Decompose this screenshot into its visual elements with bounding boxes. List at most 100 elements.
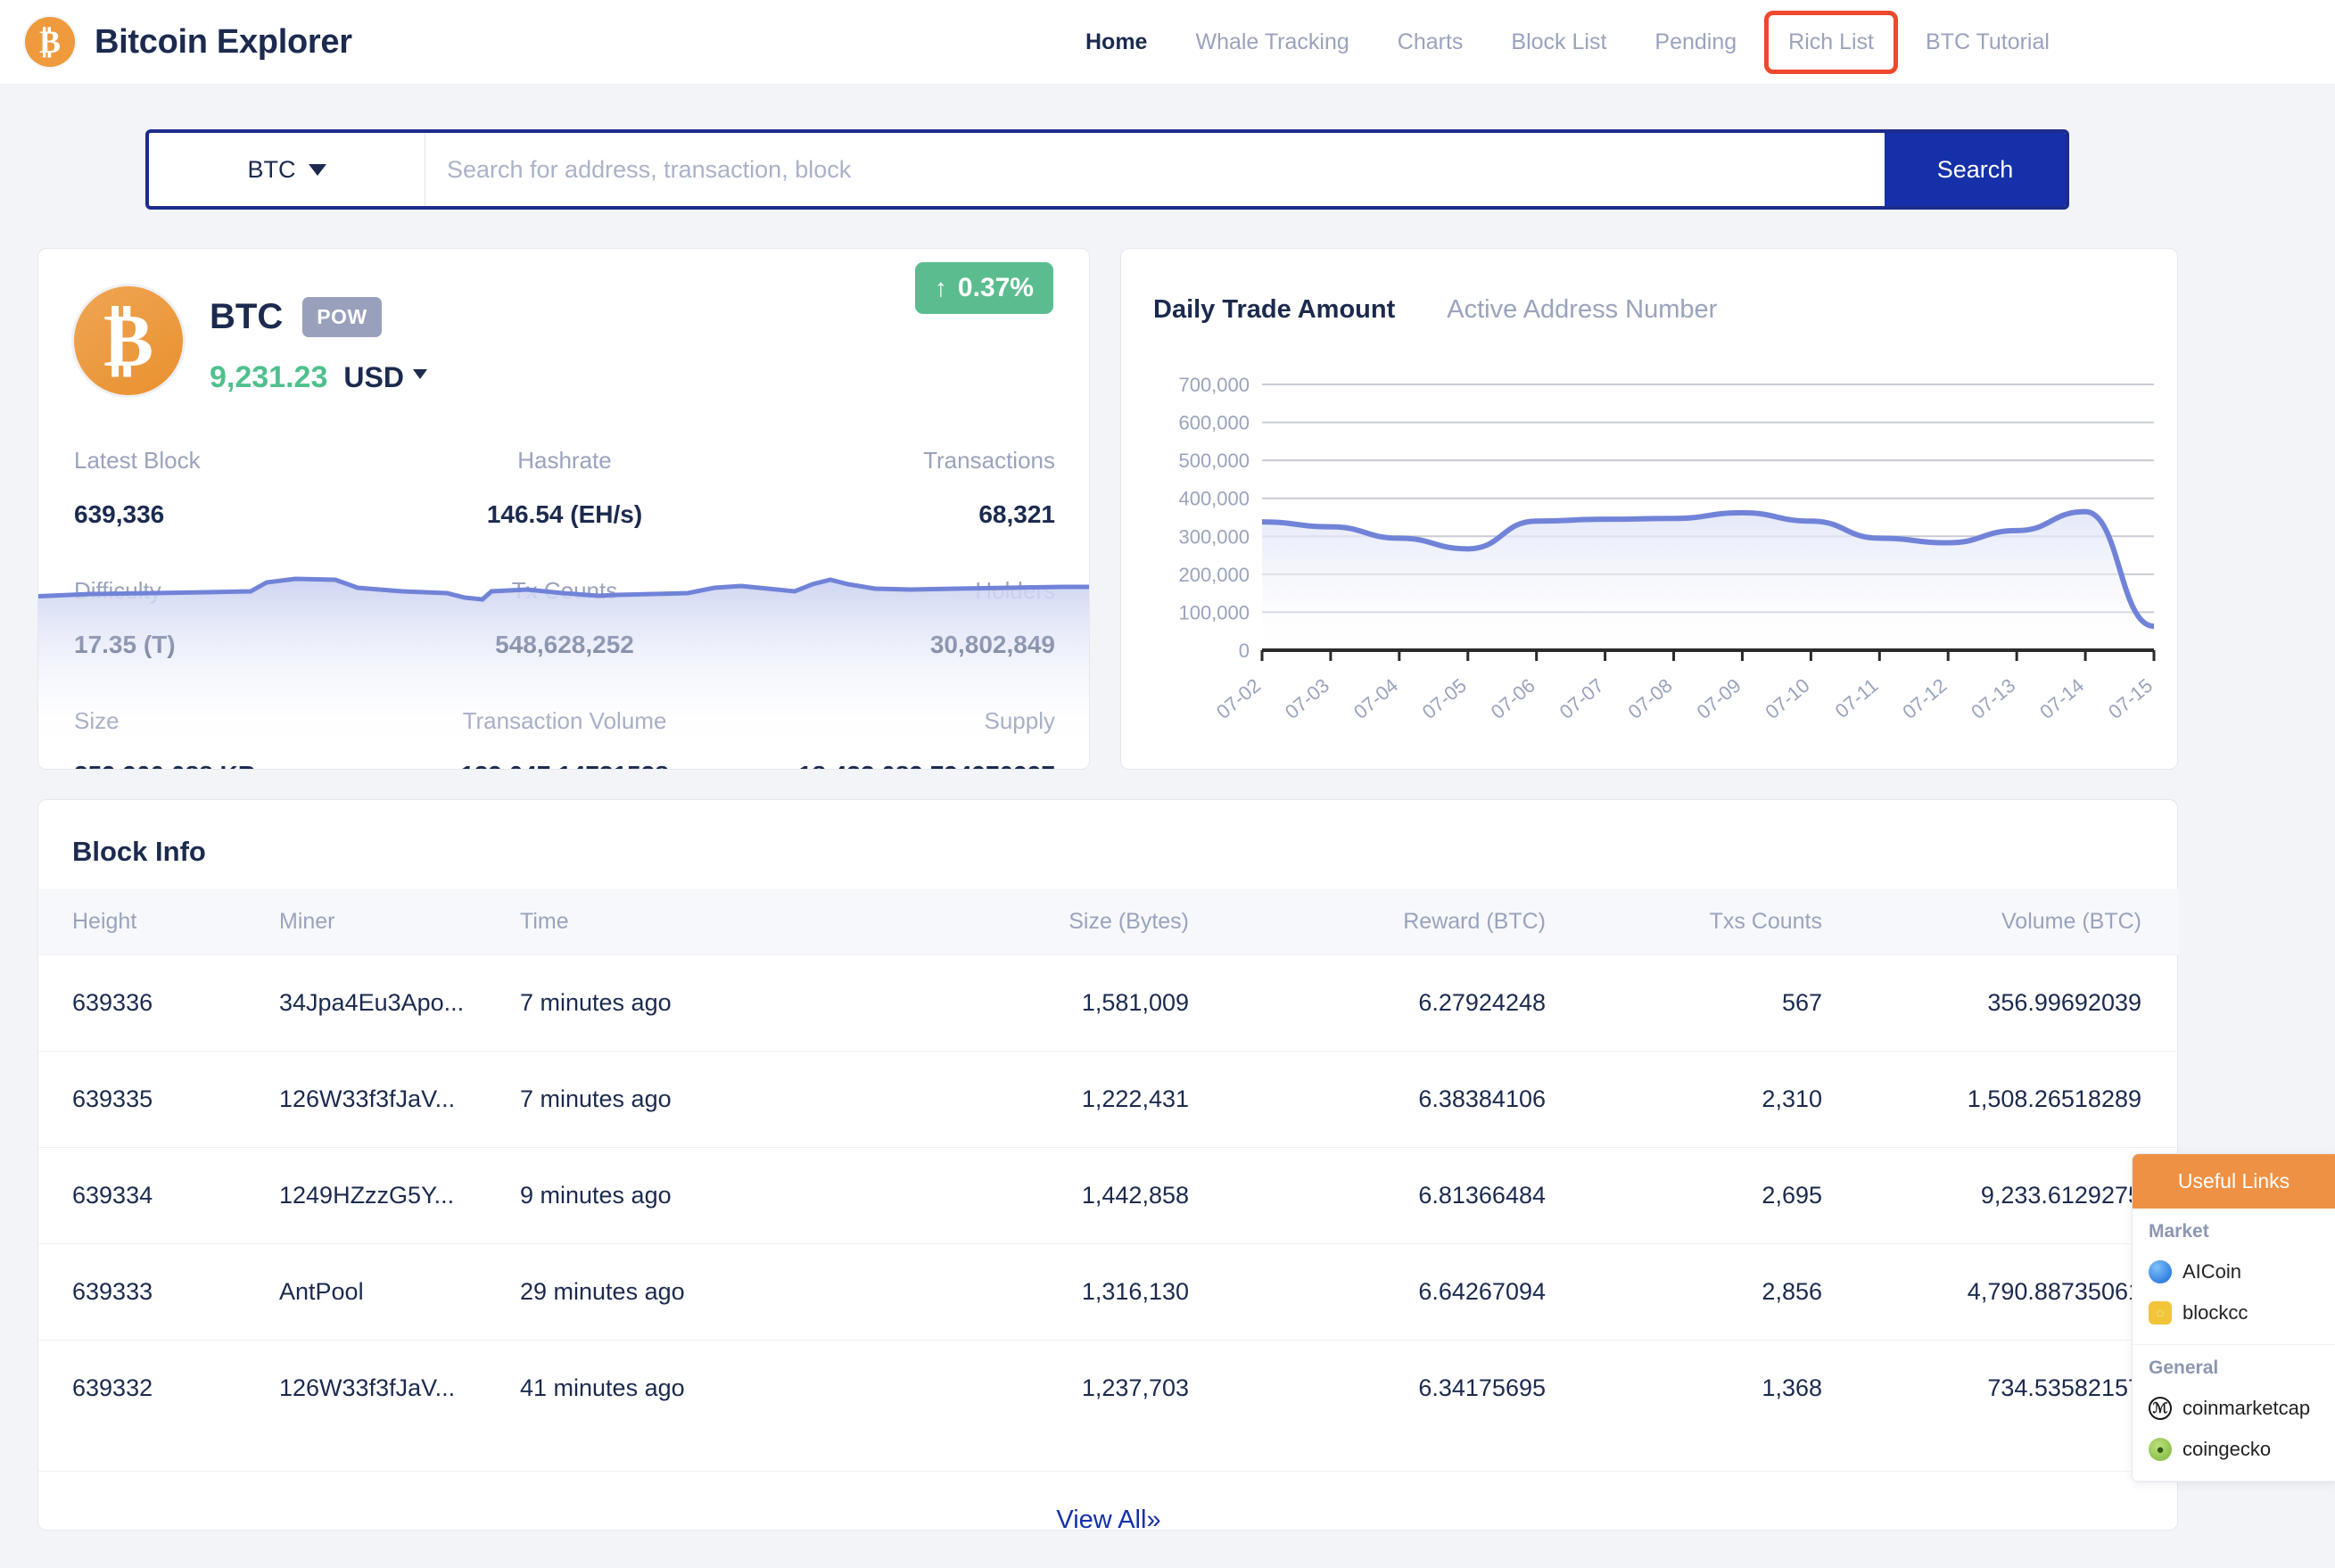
btc-stats-card: ₿ BTC POW 9,231.23 USD ↑ 0.37% Latest Bl… xyxy=(37,248,1090,770)
stat-value: 359,900,088 KB xyxy=(74,761,353,769)
column-header-reward[interactable]: Reward (BTC) xyxy=(1225,889,1581,955)
x-axis-tick-label: 07-14 xyxy=(2035,674,2088,723)
y-axis-tick-label: 100,000 xyxy=(1178,601,1250,623)
cell-reward: 6.34175695 xyxy=(1225,1340,1581,1436)
cell-time: 7 minutes ago xyxy=(520,1051,903,1148)
bitcoin-icon: ₿ xyxy=(74,286,183,395)
stat-difficulty: Difficulty 17.35 (T) xyxy=(38,577,389,707)
cell-time: 41 minutes ago xyxy=(520,1340,903,1436)
nav-item-rich-list[interactable]: Rich List xyxy=(1764,11,1899,74)
tab-active-address-number[interactable]: Active Address Number xyxy=(1447,295,1717,325)
y-axis-tick-label: 300,000 xyxy=(1178,525,1250,548)
stat-value: 639,336 xyxy=(74,500,165,528)
arrow-up-icon: ↑ xyxy=(934,274,947,301)
table-row[interactable]: 639334 1249HZzzG5Y... 9 minutes ago 1,442,8… xyxy=(38,1147,2179,1244)
stat-latest-block: Latest Block 639,336 xyxy=(38,447,389,577)
stat-label: Holders xyxy=(975,577,1055,604)
x-axis-tick-label: 07-15 xyxy=(2104,674,2157,723)
cell-height[interactable]: 639335 xyxy=(38,1051,279,1148)
x-axis-tick-label: 07-11 xyxy=(1831,674,1883,722)
consensus-badge: POW xyxy=(302,297,382,337)
column-header-height[interactable]: Height xyxy=(38,889,279,955)
cell-height[interactable]: 639336 xyxy=(38,954,279,1052)
cell-size: 1,581,009 xyxy=(903,954,1225,1052)
x-axis-tick-label: 07-07 xyxy=(1555,674,1608,723)
cell-txs: 567 xyxy=(1581,954,1858,1052)
chevron-down-icon xyxy=(308,163,326,176)
stat-label: Transactions xyxy=(923,447,1055,474)
column-header-size[interactable]: Size (Bytes) xyxy=(903,889,1225,955)
nav-item-home[interactable]: Home xyxy=(1061,0,1171,85)
nav-item-btc-tutorial[interactable]: BTC Tutorial xyxy=(1902,0,2074,85)
coin-price: 9,231.23 xyxy=(210,360,328,394)
search-button[interactable]: Search xyxy=(1885,133,2066,206)
cell-reward: 6.38384106 xyxy=(1225,1051,1581,1148)
cell-txs: 2,310 xyxy=(1581,1051,1858,1148)
link-aicoin[interactable]: AICoin xyxy=(2149,1251,2319,1292)
link-label: AICoin xyxy=(2182,1260,2242,1283)
cell-size: 1,222,431 xyxy=(903,1051,1225,1148)
cell-volume: 734.53582157 xyxy=(1858,1340,2179,1436)
link-coinmarketcap[interactable]: ℳ coinmarketcap xyxy=(2149,1388,2319,1429)
cell-miner[interactable]: 1249HZzzG5Y... xyxy=(279,1147,520,1244)
table-row[interactable]: 639335 126W33f3fJaV... 7 minutes ago 1,222,… xyxy=(38,1051,2179,1148)
cell-height[interactable]: 639334 xyxy=(38,1147,279,1244)
stat-size: Size 359,900,088 KB xyxy=(38,707,389,769)
cell-miner[interactable]: AntPool xyxy=(279,1243,520,1341)
link-coingecko[interactable]: ● coingecko xyxy=(2149,1429,2319,1470)
x-axis-tick-label: 07-10 xyxy=(1761,674,1813,723)
chevron-double-right-icon: » xyxy=(1146,1506,1161,1534)
x-axis-tick-label: 07-02 xyxy=(1212,674,1265,723)
main-nav: Home Whale Tracking Charts Block List Pe… xyxy=(1061,0,2074,85)
stat-tx-counts: Tx Counts 548,628,252 xyxy=(389,577,739,707)
cell-height[interactable]: 639333 xyxy=(38,1243,279,1341)
nav-item-block-list[interactable]: Block List xyxy=(1487,0,1630,85)
cell-miner[interactable]: 126W33f3fJaV... xyxy=(279,1340,520,1436)
column-header-volume[interactable]: Volume (BTC) xyxy=(1858,889,2179,955)
search-input[interactable] xyxy=(425,133,1885,206)
x-axis-tick-label: 07-05 xyxy=(1418,674,1471,723)
cell-txs: 2,856 xyxy=(1581,1243,1858,1341)
stat-value: 18,433,089.794970997 xyxy=(776,761,1055,769)
stat-value: 548,628,252 xyxy=(495,631,634,658)
nav-item-pending[interactable]: Pending xyxy=(1630,0,1761,85)
cell-miner[interactable]: 34Jpa4Eu3Apo... xyxy=(279,954,520,1052)
column-header-miner[interactable]: Miner xyxy=(279,889,520,955)
chart-tabs: Daily Trade Amount Active Address Number xyxy=(1153,295,1717,325)
stat-label: Supply xyxy=(984,707,1055,734)
x-axis-tick-label: 07-13 xyxy=(1967,674,2019,723)
x-axis-tick-label: 07-09 xyxy=(1692,674,1745,723)
column-header-txs[interactable]: Txs Counts xyxy=(1581,889,1858,955)
y-axis-tick-label: 500,000 xyxy=(1178,450,1250,472)
btc-header: ₿ BTC POW 9,231.23 USD xyxy=(74,286,427,395)
stat-hashrate: Hashrate 146.54 (EH/s) xyxy=(389,447,739,577)
stat-label: Tx Counts xyxy=(511,577,618,604)
link-blockcc[interactable]: ◌ blockcc xyxy=(2149,1292,2319,1333)
x-axis-tick-label: 07-06 xyxy=(1487,674,1539,723)
chart-card: Daily Trade Amount Active Address Number… xyxy=(1120,248,2178,770)
coin-symbol: BTC xyxy=(210,297,284,336)
view-all-link[interactable]: View All» xyxy=(38,1471,2179,1535)
currency-selector[interactable]: USD xyxy=(343,361,404,394)
stat-supply: Supply 18,433,089.794970997 xyxy=(740,707,1089,769)
cell-volume: 1,508.26518289 xyxy=(1858,1051,2179,1148)
table-row[interactable]: 639332 126W33f3fJaV... 41 minutes ago 1,237… xyxy=(38,1340,2179,1436)
stat-label: Difficulty xyxy=(74,577,161,604)
table-row[interactable]: 639336 34Jpa4Eu3Apo... 7 minutes ago 1,581,… xyxy=(38,954,2179,1052)
brand-logo[interactable]: ₿ Bitcoin Explorer xyxy=(25,17,352,67)
cell-height[interactable]: 639332 xyxy=(38,1340,279,1436)
tab-daily-trade-amount[interactable]: Daily Trade Amount xyxy=(1153,295,1395,325)
coin-select[interactable]: BTC xyxy=(149,133,425,206)
nav-item-charts[interactable]: Charts xyxy=(1374,0,1488,85)
chevron-down-icon xyxy=(412,369,427,379)
section-title: Market xyxy=(2149,1221,2209,1242)
cell-miner[interactable]: 126W33f3fJaV... xyxy=(279,1051,520,1148)
price-change-badge: ↑ 0.37% xyxy=(914,262,1053,314)
aicoin-icon xyxy=(2149,1260,2172,1283)
stat-label: Hashrate xyxy=(517,447,612,474)
column-header-time[interactable]: Time xyxy=(520,889,903,955)
stat-transactions: Transactions 68,321 xyxy=(740,447,1089,577)
nav-item-whale-tracking[interactable]: Whale Tracking xyxy=(1171,0,1373,85)
coin-select-label: BTC xyxy=(247,155,296,183)
table-row[interactable]: 639333 AntPool 29 minutes ago 1,316,130 6.64… xyxy=(38,1243,2179,1341)
